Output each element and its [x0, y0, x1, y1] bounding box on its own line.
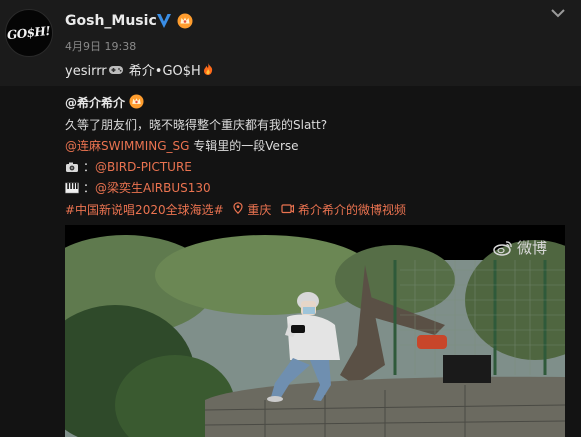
video-frame-image [65, 225, 565, 437]
post-text: yesirrr 希介•GO$H [65, 60, 214, 79]
repost-line-2: @连麻SWIMMING_SG 专辑里的一段Verse [65, 137, 299, 154]
username[interactable]: Gosh_Music [65, 13, 157, 29]
post-timestamp[interactable]: 4月9日 19:38 [65, 38, 136, 54]
tags-row: #中国新说唱2020全球海选# 重庆 希介希介的微博视频 [65, 201, 406, 218]
repost-card: @希介希介 久等了朋友们，晓不晓得整个重庆都有我的Slatt? @连麻SWIMM… [0, 86, 581, 437]
repost-line-3: ：@BIRD-PICTURE [65, 158, 192, 175]
video-source-label: 希介希介的微博视频 [297, 203, 406, 217]
post-text-a: yesirrr [65, 64, 107, 79]
video-source-link[interactable]: 希介希介的微博视频 [281, 201, 406, 218]
post-text-b: 希介•GO$H [128, 64, 201, 79]
topic-hashtag-link[interactable]: #中国新说唱2020全球海选# [65, 201, 224, 218]
verified-v-icon [157, 14, 171, 28]
repost-line-2-text: 专辑里的一段Verse [189, 139, 299, 153]
post-header: GO$H! Gosh_Music 4月9日 19:38 yesirrr 希介•G… [0, 0, 581, 86]
fire-icon [203, 63, 212, 75]
repost-line-4-prefix: ： [83, 181, 96, 195]
location-label: 重庆 [247, 203, 272, 217]
camera-icon [66, 162, 78, 172]
video-link-icon [281, 204, 295, 214]
video-player[interactable]: 微博 [65, 225, 565, 437]
video-watermark: 微博 [493, 237, 547, 258]
vip-crown-icon [129, 94, 144, 109]
original-author-link[interactable]: @希介希介 [65, 94, 125, 111]
chevron-down-icon[interactable] [550, 6, 566, 20]
avatar-logo-text: GO$H! [6, 23, 52, 43]
gamepad-icon [108, 66, 123, 74]
piano-icon [65, 182, 79, 194]
avatar[interactable]: GO$H! [5, 9, 53, 57]
mention-link-airbus[interactable]: @梁奕生AIRBUS130 [95, 181, 211, 195]
repost-line-4: ：@梁奕生AIRBUS130 [65, 179, 211, 196]
weibo-logo-icon [493, 240, 512, 256]
location-pin-icon [233, 202, 244, 215]
video-watermark-text: 微博 [516, 239, 547, 257]
location-link[interactable]: 重庆 [233, 201, 271, 218]
repost-line-3-prefix: ： [83, 160, 96, 174]
mention-link-bird-picture[interactable]: @BIRD-PICTURE [95, 160, 192, 174]
mention-link-swimming[interactable]: @连麻SWIMMING_SG [65, 139, 189, 153]
vip-crown-icon [177, 13, 193, 29]
repost-line-1: 久等了朋友们，晓不晓得整个重庆都有我的Slatt? [65, 118, 328, 132]
